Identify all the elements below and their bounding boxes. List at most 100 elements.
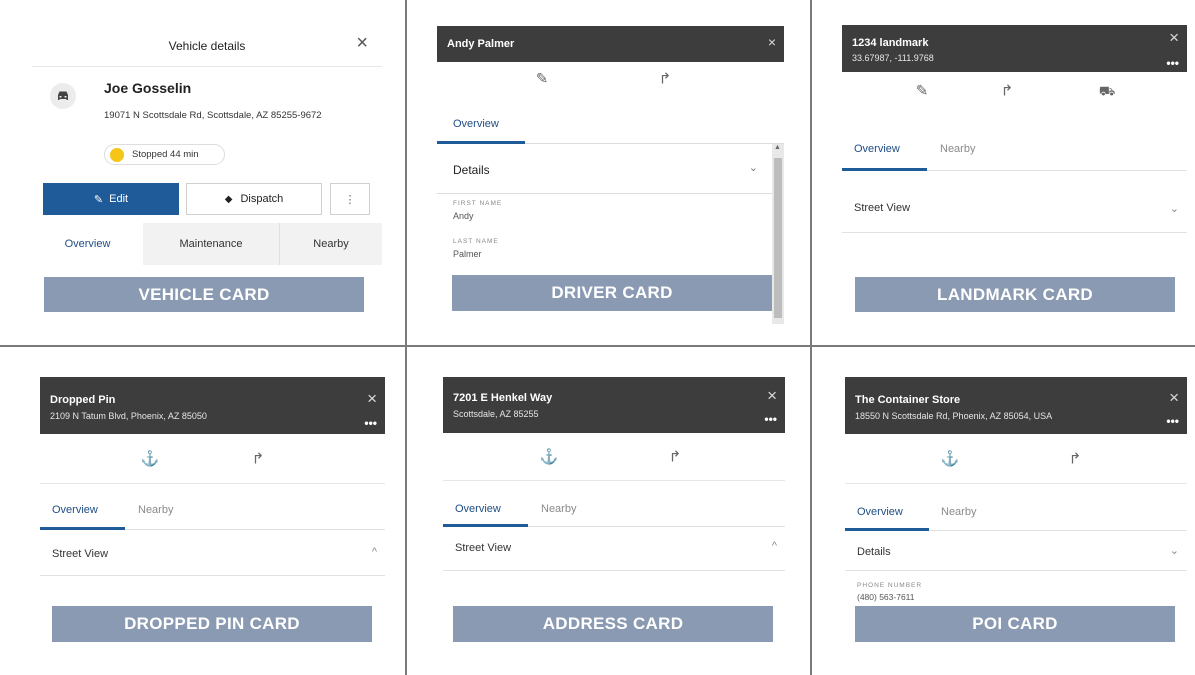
- vehicle-search-icon[interactable]: ⛟: [1099, 84, 1115, 97]
- dropped-pin-tabs: Overview Nearby: [40, 484, 385, 530]
- first-name-label: FIRST NAME: [453, 200, 503, 207]
- tab-nearby[interactable]: Nearby: [138, 504, 173, 516]
- driver-tabs: Overview: [437, 96, 784, 144]
- chevron-down-icon: ⌄: [1169, 203, 1179, 215]
- edit-button[interactable]: ✎ Edit: [43, 183, 179, 215]
- close-icon[interactable]: ×: [768, 35, 776, 49]
- tab-maintenance[interactable]: Maintenance: [143, 223, 279, 265]
- pencil-icon: ✎: [93, 193, 104, 206]
- street-view-row[interactable]: Street View ⌄: [842, 171, 1187, 233]
- dropped-pin-card-header: Dropped Pin 2109 N Tatum Blvd, Phoenix, …: [40, 377, 385, 434]
- first-name-value: Andy: [453, 211, 474, 221]
- landmark-card-title: 1234 landmark: [852, 37, 929, 49]
- poi-card: The Container Store 18550 N Scottsdale R…: [845, 377, 1187, 605]
- more-options-icon[interactable]: •••: [1166, 57, 1179, 69]
- vehicle-driver-name: Joe Gosselin: [104, 80, 192, 96]
- pencil-icon[interactable]: ✎: [916, 83, 929, 98]
- status-dot-icon: [110, 148, 124, 162]
- tab-overview[interactable]: Overview: [854, 143, 900, 155]
- address-card-banner: ADDRESS CARD: [453, 606, 773, 642]
- tab-overview[interactable]: Overview: [453, 118, 499, 130]
- anchor-icon[interactable]: ⚓: [540, 449, 559, 464]
- status-text: Stopped 44 min: [132, 149, 199, 160]
- address-tabs: Overview Nearby: [443, 481, 785, 527]
- vehicle-tabs: Overview Maintenance Nearby: [32, 223, 382, 265]
- close-icon[interactable]: ×: [1169, 389, 1179, 406]
- directions-icon[interactable]: ↱: [252, 451, 265, 466]
- landmark-card-subtitle: 33.67987, -111.9768: [852, 53, 934, 63]
- street-view-label: Street View: [455, 542, 512, 554]
- edit-button-label: Edit: [109, 193, 129, 205]
- poi-action-row: ⚓ ↱: [845, 434, 1187, 484]
- details-section-header[interactable]: Details ⌄: [437, 144, 772, 194]
- anchor-icon[interactable]: ⚓: [141, 451, 160, 466]
- directions-icon[interactable]: ↱: [1069, 451, 1082, 466]
- dropped-pin-card-subtitle: 2109 N Tatum Blvd, Phoenix, AZ 85050: [50, 411, 207, 421]
- directions-icon[interactable]: ↱: [1001, 83, 1014, 98]
- phone-number-value: (480) 563-7611: [857, 592, 915, 602]
- dispatch-button[interactable]: ◆ Dispatch: [186, 183, 322, 215]
- last-name-label: LAST NAME: [453, 238, 499, 245]
- scrollbar-track[interactable]: ▲: [772, 144, 784, 324]
- vehicle-card-header: Vehicle details ×: [32, 25, 382, 67]
- close-icon[interactable]: ×: [767, 387, 777, 404]
- car-icon: [58, 91, 68, 100]
- more-options-icon[interactable]: •••: [764, 413, 777, 425]
- vehicle-card: Vehicle details × Joe Gosselin 19071 N S…: [32, 25, 382, 320]
- tab-overview[interactable]: Overview: [32, 223, 143, 265]
- vehicle-card-banner: VEHICLE CARD: [44, 277, 364, 312]
- divider-horizontal: [0, 345, 1195, 347]
- tab-maintenance-label: Maintenance: [179, 238, 243, 250]
- directions-icon[interactable]: ↱: [659, 72, 672, 87]
- scrollbar-thumb[interactable]: [774, 158, 782, 318]
- pencil-icon[interactable]: ✎: [536, 72, 549, 87]
- tab-overview[interactable]: Overview: [455, 503, 501, 515]
- close-icon[interactable]: ×: [1169, 29, 1179, 46]
- chevron-down-icon: ⌄: [1169, 545, 1179, 557]
- close-icon[interactable]: ×: [356, 33, 368, 53]
- dropped-pin-card-banner: DROPPED PIN CARD: [52, 606, 372, 642]
- tab-nearby-label: Nearby: [313, 238, 349, 250]
- tab-overview-label: Overview: [64, 238, 111, 250]
- scroll-up-icon[interactable]: ▲: [774, 144, 781, 151]
- tab-nearby[interactable]: Nearby: [940, 143, 975, 155]
- tab-overview[interactable]: Overview: [857, 506, 903, 518]
- status-badge: Stopped 44 min: [104, 144, 225, 165]
- divider-vertical-right: [810, 0, 812, 675]
- details-section-header[interactable]: Details ⌄: [845, 531, 1187, 571]
- chevron-down-icon: ⌄: [748, 162, 758, 174]
- landmark-action-row: ✎ ↱ ⛟: [842, 72, 1187, 109]
- poi-card-banner: POI CARD: [855, 606, 1175, 642]
- street-view-row[interactable]: Street View ^: [40, 530, 385, 576]
- tab-nearby[interactable]: Nearby: [941, 506, 976, 518]
- dropped-pin-card: Dropped Pin 2109 N Tatum Blvd, Phoenix, …: [40, 377, 385, 582]
- tab-overview[interactable]: Overview: [52, 504, 98, 516]
- tab-nearby[interactable]: Nearby: [541, 503, 576, 515]
- driver-card-banner: DRIVER CARD: [452, 275, 772, 311]
- chevron-up-icon: ^: [771, 540, 777, 552]
- more-options-icon[interactable]: •••: [364, 417, 377, 429]
- street-view-row[interactable]: Street View ^: [443, 527, 785, 571]
- more-options-button[interactable]: ⋮: [330, 183, 370, 215]
- driver-card-title: Andy Palmer: [447, 38, 515, 50]
- driver-action-row: ✎ ↱: [437, 62, 784, 96]
- phone-number-label: PHONE NUMBER: [857, 582, 923, 589]
- landmark-tabs: Overview Nearby: [842, 109, 1187, 171]
- address-action-row: ⚓ ↱: [443, 433, 785, 481]
- details-section-label: Details: [453, 163, 490, 177]
- anchor-icon[interactable]: ⚓: [941, 451, 960, 466]
- more-options-icon[interactable]: •••: [1166, 415, 1179, 427]
- kebab-icon: ⋮: [344, 193, 356, 206]
- directions-icon[interactable]: ↱: [669, 449, 682, 464]
- street-view-label: Street View: [854, 202, 911, 214]
- details-section-label: Details: [857, 546, 891, 558]
- landmark-card: 1234 landmark 33.67987, -111.9768 × ••• …: [842, 25, 1187, 245]
- dropped-pin-card-title: Dropped Pin: [50, 394, 116, 406]
- poi-tabs: Overview Nearby: [845, 484, 1187, 531]
- close-icon[interactable]: ×: [367, 390, 377, 407]
- poi-card-subtitle: 18550 N Scottsdale Rd, Phoenix, AZ 85054…: [855, 411, 1053, 421]
- vehicle-card-title: Vehicle details: [168, 39, 246, 53]
- tab-nearby[interactable]: Nearby: [279, 223, 382, 265]
- vehicle-avatar: [50, 83, 76, 109]
- last-name-value: Palmer: [453, 249, 482, 259]
